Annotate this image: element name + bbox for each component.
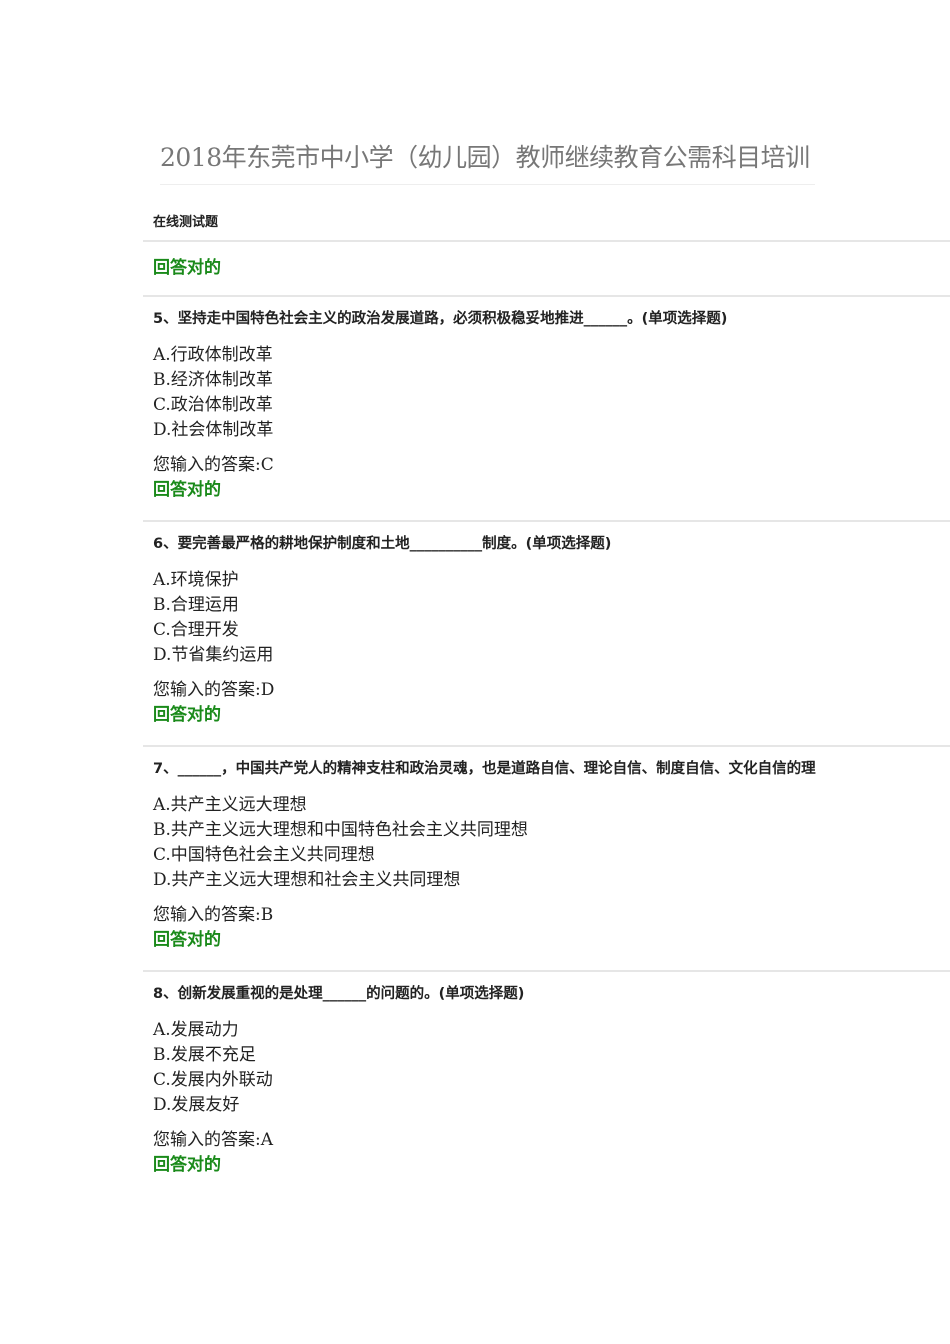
your-answer: 您输入的答案:D — [153, 680, 275, 700]
divider — [143, 295, 950, 297]
result-status: 回答对的 — [153, 480, 221, 500]
question-text: 7、______，中国共产党人的精神支柱和政治灵魂，也是道路自信、理论自信、制度… — [153, 761, 816, 777]
question-block: 5、坚持走中国特色社会主义的政治发展道路，必须积极稳妥地推进______。(单项… — [153, 308, 950, 503]
your-answer: 您输入的答案:C — [153, 455, 274, 475]
question-text: 8、创新发展重视的是处理______的问题的。(单项选择题) — [153, 986, 525, 1002]
option-item: A.发展动力 — [153, 1020, 239, 1040]
divider — [143, 745, 950, 747]
question-text: 6、要完善最严格的耕地保护制度和土地__________制度。(单项选择题) — [153, 536, 612, 552]
options-list: A.环境保护 B.合理运用 C.合理开发 D.节省集约运用 — [153, 568, 950, 668]
option-item: D.节省集约运用 — [153, 645, 274, 665]
options-list: A.行政体制改革 B.经济体制改革 C.政治体制改革 D.社会体制改革 — [153, 343, 950, 443]
divider — [143, 970, 950, 972]
option-item: C.政治体制改革 — [153, 395, 273, 415]
page-title: 2018年东莞市中小学（幼儿园）教师继续教育公需科目培训 — [160, 143, 810, 172]
result-status: 回答对的 — [153, 930, 221, 950]
divider — [143, 520, 950, 522]
your-answer: 您输入的答案:A — [153, 1130, 274, 1150]
option-item: B.经济体制改革 — [153, 370, 273, 390]
option-item: B.合理运用 — [153, 595, 239, 615]
option-item: C.合理开发 — [153, 620, 239, 640]
option-item: A.行政体制改革 — [153, 345, 273, 365]
section-heading: 在线测试题 — [153, 215, 219, 230]
option-item: D.发展友好 — [153, 1095, 240, 1115]
question-block: 7、______，中国共产党人的精神支柱和政治灵魂，也是道路自信、理论自信、制度… — [153, 758, 950, 953]
option-item: B.发展不充足 — [153, 1045, 256, 1065]
options-list: A.发展动力 B.发展不充足 C.发展内外联动 D.发展友好 — [153, 1018, 950, 1118]
option-item: C.中国特色社会主义共同理想 — [153, 845, 375, 865]
result-status: 回答对的 — [153, 705, 221, 725]
option-item: C.发展内外联动 — [153, 1070, 273, 1090]
question-block: 6、要完善最严格的耕地保护制度和土地__________制度。(单项选择题) A.… — [153, 533, 950, 728]
option-item: D.共产主义远大理想和社会主义共同理想 — [153, 870, 461, 890]
your-answer: 您输入的答案:B — [153, 905, 274, 925]
option-item: D.社会体制改革 — [153, 420, 274, 440]
question-block: 8、创新发展重视的是处理______的问题的。(单项选择题) A.发展动力 B.发展… — [153, 983, 950, 1178]
options-list: A.共产主义远大理想 B.共产主义远大理想和中国特色社会主义共同理想 C.中国特色社… — [153, 793, 950, 893]
result-status: 回答对的 — [153, 258, 221, 278]
title-divider — [160, 184, 815, 185]
option-item: B.共产主义远大理想和中国特色社会主义共同理想 — [153, 820, 528, 840]
option-item: A.共产主义远大理想 — [153, 795, 307, 815]
divider — [143, 240, 950, 242]
option-item: A.环境保护 — [153, 570, 239, 590]
result-status: 回答对的 — [153, 1155, 221, 1175]
question-text: 5、坚持走中国特色社会主义的政治发展道路，必须积极稳妥地推进______。(单项… — [153, 311, 728, 327]
